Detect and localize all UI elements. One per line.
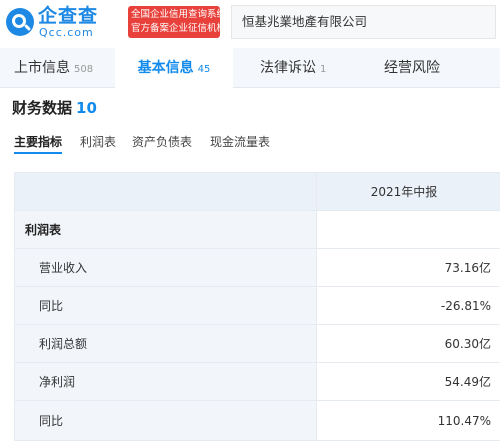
row-label: 同比 [15,287,317,324]
table-header-row: 2021年中报 [15,173,500,211]
table-row: 营业收入 73.16亿 [15,249,500,287]
app-header: 企查查 Qcc.com 全国企业信用查询系统 官方备案企业征信机构 恒基兆業地產… [0,0,500,44]
tab-label: 基本信息 [137,60,194,76]
table-group-row: 利润表 [15,211,500,249]
row-value: -26.81% [440,298,491,313]
row-value: 73.16亿 [444,261,491,275]
row-value: 54.49亿 [444,375,491,389]
row-value: 60.30亿 [444,337,491,351]
company-name-field[interactable]: 恒基兆業地產有限公司 [231,5,496,39]
tab-label: 经营风险 [384,60,440,76]
tab-listing-info[interactable]: 上市信息 508 [14,48,93,88]
logo-domain: Qcc.com [39,26,94,39]
row-label: 同比 [15,401,317,440]
section-title: 财务数据 10 [12,98,97,118]
tab-operating-risk[interactable]: 经营风险 [384,48,440,88]
table-header-blank [15,173,317,210]
subtab-cash-flow[interactable]: 现金流量表 [210,132,270,152]
tab-legal[interactable]: 法律诉讼 1 [260,48,326,88]
logo-name[interactable]: 企查查 [38,5,98,27]
subtab-balance-sheet[interactable]: 资产负债表 [132,132,192,152]
badge-line-1: 全国企业信用查询系统 [131,9,220,20]
tab-count: 508 [74,64,94,75]
badge-line-2: 官方备案企业征信机构 [131,23,220,34]
tab-count: 45 [197,64,211,75]
period-header: 2021年中报 [317,173,500,210]
tab-label: 法律诉讼 [260,60,316,76]
tab-basic-info[interactable]: 基本信息 45 [115,48,233,88]
table-row: 净利润 54.49亿 [15,363,500,401]
tab-label: 上市信息 [14,60,70,76]
row-value: 110.47% [437,413,491,428]
subtab-key-indicators[interactable]: 主要指标 [14,132,63,154]
section-title-text: 财务数据 [12,99,73,117]
sub-tabs: 主要指标 利润表 资产负债表 现金流量表 [0,132,500,156]
group-value-blank [317,211,500,248]
table-row: 同比 110.47% [15,401,500,441]
section-count: 10 [76,99,97,117]
certification-badge: 全国企业信用查询系统 官方备案企业征信机构 [128,6,220,38]
tab-count: 1 [320,64,327,75]
row-label: 净利润 [15,363,317,400]
row-label: 营业收入 [15,249,317,286]
subtab-income-statement[interactable]: 利润表 [80,132,116,152]
row-label: 利润总额 [15,325,317,362]
main-tabs: 上市信息 508 基本信息 45 法律诉讼 1 经营风险 [0,48,500,88]
table-row: 同比 -26.81% [15,287,500,325]
table-row: 利润总额 60.30亿 [15,325,500,363]
group-label: 利润表 [15,211,317,248]
magnifier-logo-icon[interactable] [6,8,34,36]
financial-table: 2021年中报 利润表 营业收入 73.16亿 同比 -26.81% 利润总额 … [14,172,500,441]
